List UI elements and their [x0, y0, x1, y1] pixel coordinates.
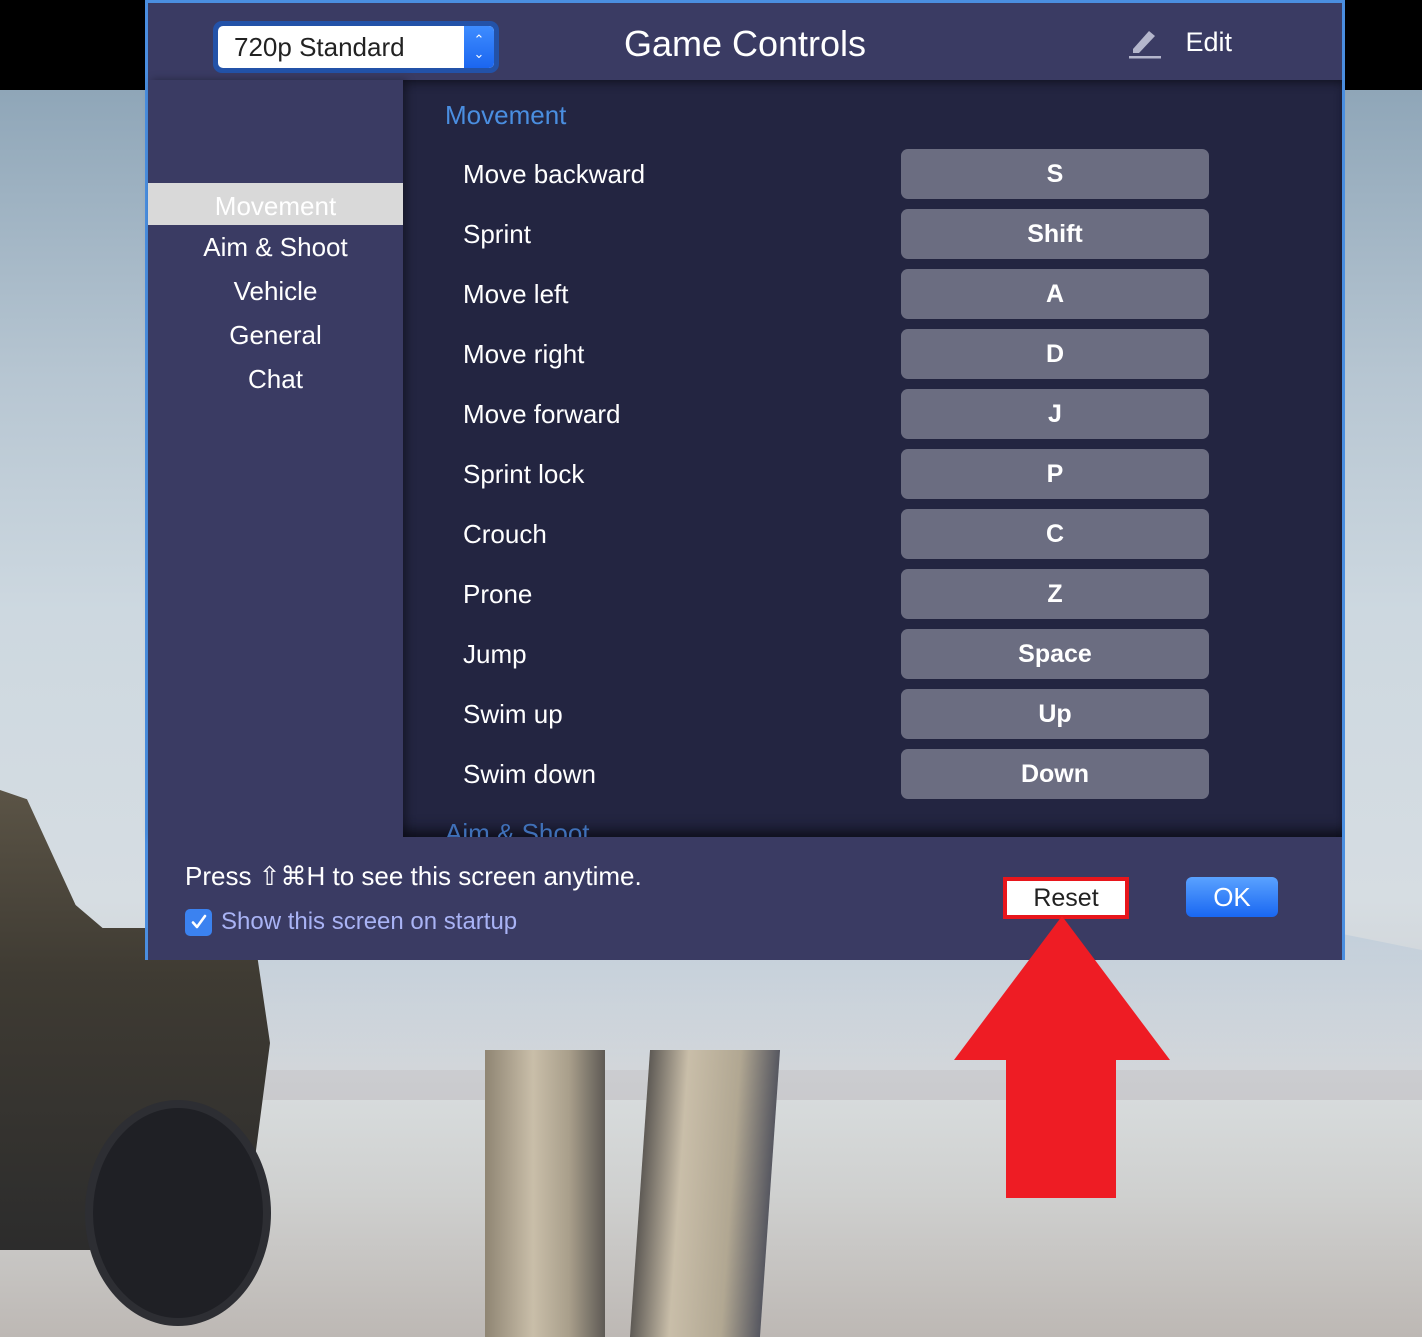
background-truck-wheel — [85, 1100, 271, 1326]
binding-action-label: Move right — [463, 339, 585, 369]
binding-action-label: Move forward — [463, 399, 621, 429]
category-list: Movement Aim & Shoot Vehicle General Chat — [148, 183, 403, 401]
edit-button-label: Edit — [1185, 26, 1232, 57]
sidebar-item-movement[interactable]: Movement — [148, 183, 403, 225]
key-binding-button[interactable]: Down — [901, 749, 1209, 799]
key-binding-button[interactable]: Z — [901, 569, 1209, 619]
binding-action-label: Sprint — [463, 219, 531, 249]
binding-row: Swim up Up — [403, 689, 1342, 749]
section-title: Movement — [445, 100, 567, 130]
binding-action-label: Prone — [463, 579, 533, 609]
bindings-list: Move backward S Sprint Shift Move left A Move … — [403, 149, 1342, 809]
key-binding-button[interactable]: S — [901, 149, 1209, 199]
sidebar-item-vehicle[interactable]: Vehicle — [148, 269, 403, 313]
binding-row: Move forward J — [403, 389, 1342, 449]
ok-button[interactable]: OK — [1186, 877, 1278, 917]
key-binding-button[interactable]: C — [901, 509, 1209, 559]
binding-action-label: Swim down — [463, 759, 596, 789]
key-binding-button[interactable]: Up — [901, 689, 1209, 739]
background-character-leg — [485, 1050, 605, 1337]
key-binding-button[interactable]: P — [901, 449, 1209, 499]
next-section-title: Aim & Shoot — [445, 818, 590, 837]
checkmark-icon — [191, 914, 206, 929]
binding-row: Crouch C — [403, 509, 1342, 569]
key-binding-button[interactable]: J — [901, 389, 1209, 439]
annotation-arrow-up-icon — [954, 916, 1170, 1198]
binding-action-label: Crouch — [463, 519, 547, 549]
binding-row: Swim down Down — [403, 749, 1342, 809]
binding-action-label: Sprint lock — [463, 459, 585, 489]
background-character-leg — [629, 1050, 781, 1337]
reset-button[interactable]: Reset — [1003, 877, 1129, 919]
pencil-icon — [1129, 31, 1162, 59]
dialog-header: 720p Standard ⌃ ⌄ Game Controls Edit — [148, 3, 1342, 80]
binding-action-label: Jump — [463, 639, 527, 669]
sidebar-item-aim-shoot[interactable]: Aim & Shoot — [148, 225, 403, 269]
edit-button[interactable]: Edit — [1127, 25, 1232, 59]
bindings-panel[interactable]: Movement Move backward S Sprint Shift Move l… — [403, 80, 1342, 837]
dialog-content: Movement Aim & Shoot Vehicle General Chat Mo… — [148, 80, 1342, 837]
binding-row: Prone Z — [403, 569, 1342, 629]
key-binding-button[interactable]: A — [901, 269, 1209, 319]
binding-row: Move left A — [403, 269, 1342, 329]
game-controls-dialog: 720p Standard ⌃ ⌄ Game Controls Edit Move… — [145, 0, 1345, 960]
show-on-startup-checkbox[interactable]: Show this screen on startup — [185, 908, 517, 936]
binding-row: Jump Space — [403, 629, 1342, 689]
binding-action-label: Move left — [463, 279, 569, 309]
key-binding-button[interactable]: Shift — [901, 209, 1209, 259]
shortcut-hint: Press ⇧⌘H to see this screen anytime. — [185, 861, 642, 891]
key-binding-button[interactable]: Space — [901, 629, 1209, 679]
binding-row: Move backward S — [403, 149, 1342, 209]
checkbox-checked[interactable] — [185, 908, 212, 936]
key-binding-button[interactable]: D — [901, 329, 1209, 379]
binding-row: Sprint lock P — [403, 449, 1342, 509]
binding-action-label: Move backward — [463, 159, 646, 189]
binding-action-label: Swim up — [463, 699, 563, 729]
sidebar-item-chat[interactable]: Chat — [148, 357, 403, 401]
binding-row: Sprint Shift — [403, 209, 1342, 269]
sidebar-item-general[interactable]: General — [148, 313, 403, 357]
show-on-startup-label[interactable]: Show this screen on startup — [221, 908, 517, 936]
category-sidebar: Movement Aim & Shoot Vehicle General Chat — [148, 80, 403, 837]
binding-row: Move right D — [403, 329, 1342, 389]
